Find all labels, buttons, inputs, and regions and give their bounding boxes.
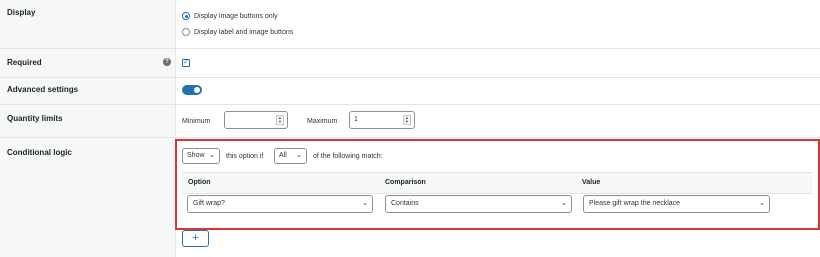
column-value: Value <box>582 179 601 186</box>
row-divider <box>0 137 820 138</box>
spinner-icon[interactable]: ▲ ▼ <box>276 115 284 125</box>
label-column <box>0 0 176 257</box>
quantity-limits-label: Quantity limits <box>7 114 63 123</box>
row-divider <box>0 77 820 78</box>
chevron-down-icon: ⌄ <box>362 200 368 207</box>
rules-table-header: Option Comparison Value <box>182 172 812 194</box>
chevron-down-icon: ⌄ <box>209 152 215 159</box>
maximum-value: 1 <box>354 116 358 123</box>
display-label: Display <box>7 8 36 17</box>
row-divider <box>0 48 820 49</box>
radio-selected-icon[interactable] <box>182 12 190 20</box>
column-option: Option <box>188 179 211 186</box>
match-select-value: All <box>279 152 287 159</box>
chevron-down-icon: ⌄ <box>296 152 302 159</box>
minimum-label: Minimum <box>182 118 211 125</box>
radio-label-and-image[interactable]: Display label and image buttons <box>182 28 293 36</box>
required-label: Required <box>7 58 42 67</box>
rule-value-value: Please gift wrap the necklace <box>589 200 681 207</box>
radio-label-and-image-label: Display label and image buttons <box>194 28 294 36</box>
radio-image-only-label: Display image buttons only <box>194 12 278 20</box>
condition-text-2: of the following match: <box>313 153 383 160</box>
advanced-settings-toggle[interactable] <box>182 85 202 95</box>
spinner-icon[interactable]: ▲ ▼ <box>403 115 411 125</box>
rule-comparison-value: Contains <box>391 200 419 207</box>
chevron-down-icon: ⌄ <box>561 200 567 207</box>
help-icon[interactable]: ? <box>163 58 171 66</box>
advanced-settings-label: Advanced settings <box>7 85 79 94</box>
minimum-input[interactable]: ▲ ▼ <box>224 111 288 129</box>
column-comparison: Comparison <box>385 179 426 186</box>
chevron-down-icon: ⌄ <box>759 200 765 207</box>
match-select[interactable]: All ⌄ <box>274 148 307 164</box>
radio-unselected-icon[interactable] <box>182 28 190 36</box>
row-divider <box>0 104 820 105</box>
condition-text-1: this option if <box>226 153 264 160</box>
maximum-input[interactable]: 1 ▲ ▼ <box>349 111 415 129</box>
action-select-value: Show <box>187 152 205 159</box>
action-select[interactable]: Show ⌄ <box>182 148 220 164</box>
add-rule-button[interactable]: + <box>182 230 209 247</box>
required-checkbox[interactable]: ✓ <box>182 59 190 67</box>
rule-option-select[interactable]: Gift wrap? ⌄ <box>187 195 373 213</box>
rule-option-value: Gift wrap? <box>193 200 225 207</box>
conditional-logic-label: Conditional logic <box>7 148 72 157</box>
maximum-label: Maximum <box>307 118 338 125</box>
radio-image-only[interactable]: Display image buttons only <box>182 12 278 20</box>
rule-comparison-select[interactable]: Contains ⌄ <box>385 195 572 213</box>
rule-value-select[interactable]: Please gift wrap the necklace ⌄ <box>583 195 770 213</box>
